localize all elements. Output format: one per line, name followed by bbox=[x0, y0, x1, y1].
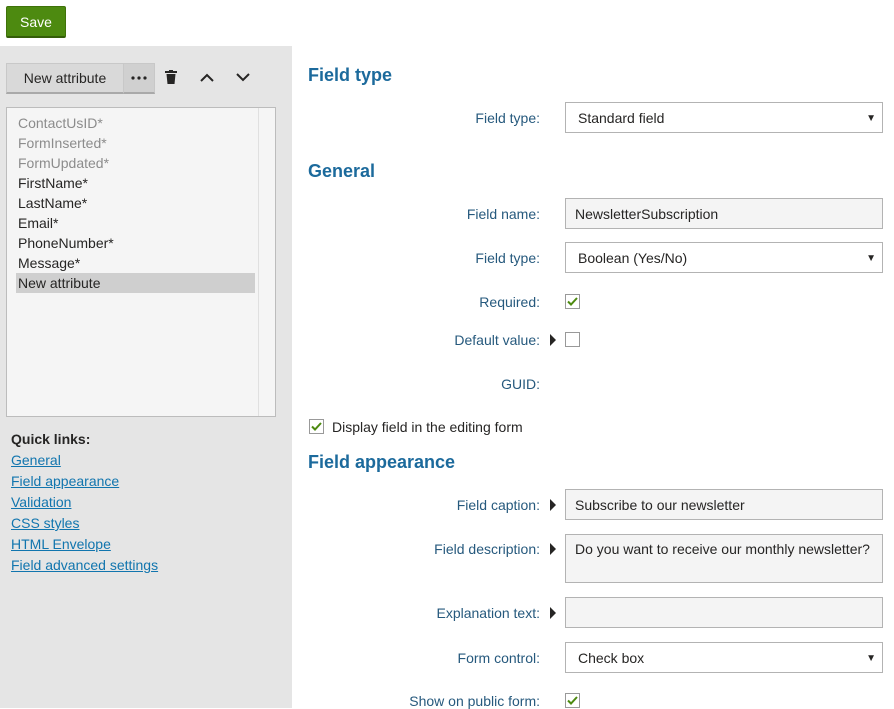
quick-link-html-envelope[interactable]: HTML Envelope bbox=[11, 536, 111, 552]
field-description-label: Field description: bbox=[434, 541, 540, 557]
field-caption-label: Field caption: bbox=[456, 497, 540, 513]
data-type-value: Boolean (Yes/No) bbox=[578, 249, 688, 266]
list-item[interactable]: FormInserted* bbox=[16, 133, 255, 153]
more-actions-button[interactable] bbox=[123, 62, 155, 94]
checkmark-icon bbox=[311, 422, 322, 431]
display-field-label: Display field in the editing form bbox=[332, 419, 523, 435]
field-type-value: Standard field bbox=[578, 109, 665, 126]
list-item[interactable]: Message* bbox=[16, 253, 255, 273]
list-item[interactable]: FirstName* bbox=[16, 173, 255, 193]
dropdown-caret-icon: ▼ bbox=[866, 653, 876, 664]
chevron-up-icon bbox=[200, 73, 214, 82]
data-type-select[interactable]: Boolean (Yes/No) ▼ bbox=[565, 242, 883, 273]
save-button[interactable]: Save bbox=[6, 6, 66, 38]
guid-label: GUID: bbox=[501, 376, 540, 392]
ellipsis-icon bbox=[131, 75, 147, 80]
list-item[interactable]: LastName* bbox=[16, 193, 255, 213]
section-general: General bbox=[308, 161, 376, 181]
expand-arrow-icon[interactable] bbox=[550, 543, 556, 555]
dropdown-caret-icon: ▼ bbox=[866, 253, 876, 264]
required-checkbox[interactable] bbox=[565, 294, 580, 309]
move-down-button[interactable] bbox=[231, 65, 255, 89]
attribute-list[interactable]: ContactUsID* FormInserted* FormUpdated* … bbox=[6, 107, 276, 417]
form-control-value: Check box bbox=[578, 649, 645, 666]
field-caption-input[interactable]: Subscribe to our newsletter bbox=[565, 489, 883, 520]
dropdown-caret-icon: ▼ bbox=[866, 113, 876, 124]
section-field-type: Field type bbox=[308, 65, 393, 85]
field-name-label: Field name: bbox=[466, 206, 540, 222]
quick-link-field-appearance[interactable]: Field appearance bbox=[11, 473, 119, 489]
field-type-label: Field type: bbox=[475, 110, 540, 126]
attribute-panel: New attribute ContactUsID* FormInserted*… bbox=[0, 46, 292, 708]
expand-arrow-icon[interactable] bbox=[550, 499, 556, 511]
quick-link-general[interactable]: General bbox=[11, 452, 61, 468]
expand-arrow-icon[interactable] bbox=[550, 607, 556, 619]
quick-link-validation[interactable]: Validation bbox=[11, 494, 71, 510]
list-item-selected[interactable]: New attribute bbox=[16, 273, 255, 293]
field-type-select[interactable]: Standard field ▼ bbox=[565, 102, 883, 133]
checkmark-icon bbox=[567, 696, 578, 705]
explanation-text-input[interactable] bbox=[565, 597, 883, 628]
field-description-textarea[interactable]: Do you want to receive our monthly newsl… bbox=[565, 534, 883, 583]
data-type-label: Field type: bbox=[475, 250, 540, 266]
checkmark-icon bbox=[567, 297, 578, 306]
section-field-appearance: Field appearance bbox=[308, 452, 456, 472]
form-control-label: Form control: bbox=[457, 650, 540, 666]
field-name-input[interactable]: NewsletterSubscription bbox=[565, 198, 883, 229]
display-field-checkbox[interactable] bbox=[309, 419, 324, 434]
quick-link-css-styles[interactable]: CSS styles bbox=[11, 515, 79, 531]
trash-icon bbox=[165, 70, 177, 84]
public-form-checkbox[interactable] bbox=[565, 693, 580, 708]
attribute-toolbar: New attribute bbox=[6, 62, 155, 94]
top-toolbar: Save bbox=[0, 0, 894, 46]
delete-button[interactable] bbox=[159, 65, 183, 89]
default-value-label: Default value: bbox=[454, 332, 540, 348]
required-label: Required: bbox=[479, 294, 540, 310]
expand-arrow-icon[interactable] bbox=[550, 334, 556, 346]
move-up-button[interactable] bbox=[195, 65, 219, 89]
chevron-down-icon bbox=[236, 72, 250, 81]
list-item[interactable]: ContactUsID* bbox=[16, 113, 255, 133]
form-control-select[interactable]: Check box ▼ bbox=[565, 642, 883, 673]
list-item[interactable]: Email* bbox=[16, 213, 255, 233]
quick-link-advanced-settings[interactable]: Field advanced settings bbox=[11, 557, 158, 573]
new-attribute-button[interactable]: New attribute bbox=[6, 62, 123, 94]
public-form-label: Show on public form: bbox=[409, 693, 540, 709]
list-item[interactable]: FormUpdated* bbox=[16, 153, 255, 173]
quick-links-title: Quick links: bbox=[11, 431, 91, 447]
default-value-checkbox[interactable] bbox=[565, 332, 580, 347]
list-item[interactable]: PhoneNumber* bbox=[16, 233, 255, 253]
explanation-text-label: Explanation text: bbox=[436, 605, 540, 621]
list-scrollbar[interactable] bbox=[258, 108, 275, 416]
